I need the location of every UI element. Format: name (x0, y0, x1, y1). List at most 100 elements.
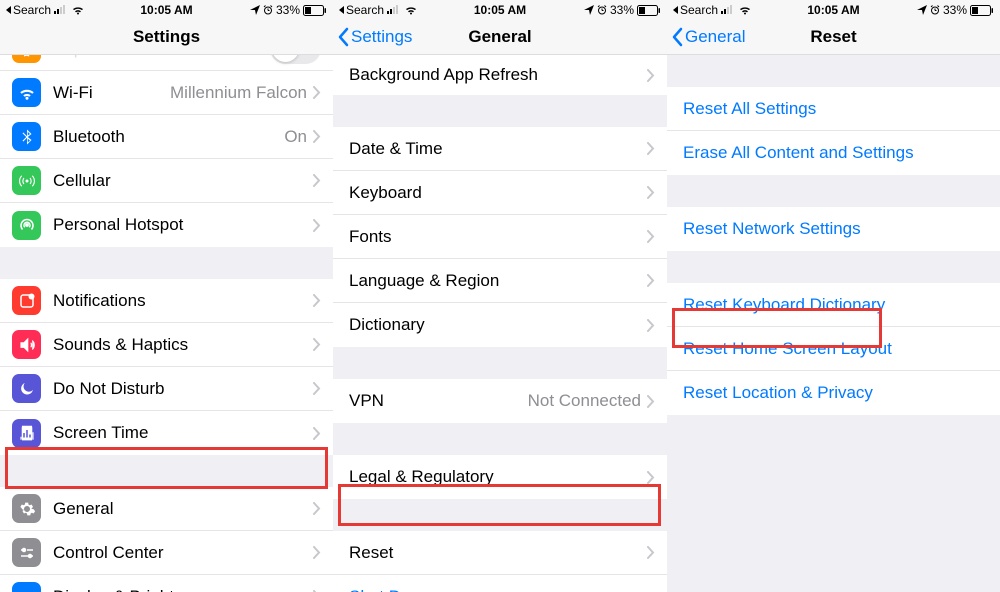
row-general[interactable]: General (0, 487, 333, 531)
battery-icon (303, 5, 327, 16)
hotspot-icon (12, 211, 41, 240)
chevron-right-icon (313, 294, 321, 307)
chevron-right-icon (313, 546, 321, 559)
row-reset-keyboard[interactable]: Reset Keyboard Dictionary (667, 283, 1000, 327)
screentime-icon (12, 419, 41, 448)
row-reset-network[interactable]: Reset Network Settings (667, 207, 1000, 251)
row-hotspot[interactable]: Personal Hotspot (0, 203, 333, 247)
row-label: Reset (349, 543, 647, 563)
status-bar: Search 10:05 AM 33% (667, 0, 1000, 20)
row-cellular[interactable]: Cellular (0, 159, 333, 203)
row-reset-homescreen[interactable]: Reset Home Screen Layout (667, 327, 1000, 371)
cell-signal-icon (721, 5, 735, 15)
row-notifications[interactable]: Notifications (0, 279, 333, 323)
row-label: Reset Network Settings (683, 219, 988, 239)
airplane-switch[interactable] (270, 55, 321, 64)
chevron-right-icon (313, 86, 321, 99)
display-icon: AA (12, 582, 41, 592)
row-dnd[interactable]: Do Not Disturb (0, 367, 333, 411)
status-time: 10:05 AM (140, 3, 192, 17)
row-reset-all[interactable]: Reset All Settings (667, 87, 1000, 131)
chevron-right-icon (313, 219, 321, 232)
row-dictionary[interactable]: Dictionary (333, 303, 667, 347)
row-controlcenter[interactable]: Control Center (0, 531, 333, 575)
row-label: Date & Time (349, 139, 647, 159)
row-label: Shut Down (349, 587, 655, 592)
row-label: Do Not Disturb (53, 379, 313, 399)
chevron-right-icon (647, 395, 655, 408)
status-bar: Search 10:05 AM 33% (333, 0, 667, 20)
chevron-right-icon (313, 338, 321, 351)
row-label: Display & Brightness (53, 587, 313, 592)
row-reset[interactable]: Reset (333, 531, 667, 575)
row-label: Reset Keyboard Dictionary (683, 295, 988, 315)
wifi-icon (738, 5, 752, 15)
location-icon (250, 5, 260, 15)
chevron-right-icon (313, 174, 321, 187)
row-sounds[interactable]: Sounds & Haptics (0, 323, 333, 367)
row-vpn[interactable]: VPN Not Connected (333, 379, 667, 423)
row-label: Fonts (349, 227, 647, 247)
dnd-icon (12, 374, 41, 403)
sounds-icon (12, 330, 41, 359)
chevron-right-icon (647, 546, 655, 559)
battery-icon (970, 5, 994, 16)
row-label: Reset Location & Privacy (683, 383, 988, 403)
airplane-icon (12, 55, 41, 63)
cellular-icon (12, 166, 41, 195)
row-reset-location[interactable]: Reset Location & Privacy (667, 371, 1000, 415)
row-screentime[interactable]: Screen Time (0, 411, 333, 455)
back-to-search[interactable]: Search (339, 3, 384, 17)
row-fonts[interactable]: Fonts (333, 215, 667, 259)
wifi-settings-icon (12, 78, 41, 107)
alarm-icon (930, 5, 940, 15)
cell-signal-icon (387, 5, 401, 15)
row-bgrefresh[interactable]: Background App Refresh (333, 55, 667, 95)
row-shutdown[interactable]: Shut Down (333, 575, 667, 592)
wifi-icon (71, 5, 85, 15)
nav-bar: General Reset (667, 20, 1000, 55)
location-icon (917, 5, 927, 15)
controlcenter-icon (12, 538, 41, 567)
row-airplane[interactable]: Airplane Mode (0, 55, 333, 71)
notifications-icon (12, 286, 41, 315)
row-value: Not Connected (528, 391, 641, 411)
row-label: Legal & Regulatory (349, 467, 647, 487)
chevron-right-icon (647, 274, 655, 287)
chevron-right-icon (647, 471, 655, 484)
general-icon (12, 494, 41, 523)
nav-back-button[interactable]: Settings (333, 27, 412, 47)
nav-back-button[interactable]: General (667, 27, 745, 47)
location-icon (584, 5, 594, 15)
row-datetime[interactable]: Date & Time (333, 127, 667, 171)
chevron-right-icon (313, 382, 321, 395)
nav-title: Settings (0, 27, 333, 47)
row-wifi[interactable]: Wi-Fi Millennium Falcon (0, 71, 333, 115)
nav-bar: Settings (0, 20, 333, 55)
row-label: Notifications (53, 291, 313, 311)
row-bluetooth[interactable]: Bluetooth On (0, 115, 333, 159)
alarm-icon (597, 5, 607, 15)
battery-percent: 33% (276, 3, 300, 17)
row-language[interactable]: Language & Region (333, 259, 667, 303)
row-label: Reset All Settings (683, 99, 988, 119)
row-label: Personal Hotspot (53, 215, 313, 235)
chevron-right-icon (647, 319, 655, 332)
row-label: Screen Time (53, 423, 313, 443)
row-legal[interactable]: Legal & Regulatory (333, 455, 667, 499)
row-label: Sounds & Haptics (53, 335, 313, 355)
back-to-search[interactable]: Search (6, 3, 51, 17)
row-erase-all[interactable]: Erase All Content and Settings (667, 131, 1000, 175)
status-time: 10:05 AM (807, 3, 859, 17)
chevron-right-icon (647, 186, 655, 199)
nav-bar: Settings General (333, 20, 667, 55)
chevron-right-icon (313, 130, 321, 143)
row-label: Dictionary (349, 315, 647, 335)
row-keyboard[interactable]: Keyboard (333, 171, 667, 215)
row-label: Erase All Content and Settings (683, 143, 988, 163)
row-value: On (284, 127, 307, 147)
row-label: VPN (349, 391, 528, 411)
back-to-search[interactable]: Search (673, 3, 718, 17)
row-display[interactable]: AA Display & Brightness (0, 575, 333, 592)
row-label: General (53, 499, 313, 519)
